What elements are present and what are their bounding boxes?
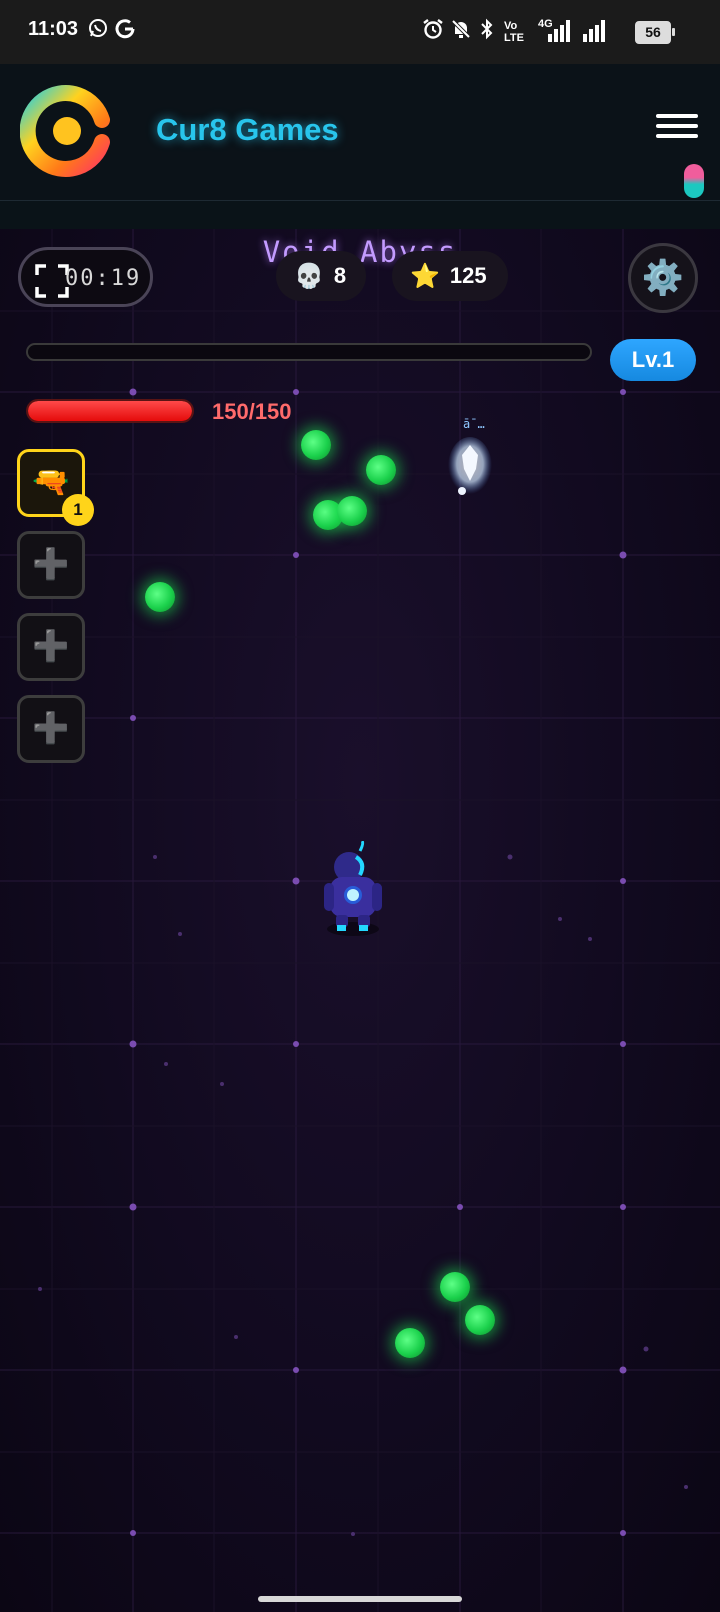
- weapon-slot-2[interactable]: ➕: [17, 531, 85, 599]
- app-title: Cur8 Games: [156, 112, 339, 147]
- cur8-logo[interactable]: [20, 84, 114, 178]
- plus-icon: ➕: [32, 711, 70, 746]
- network-label: Vo LTE: [504, 20, 524, 44]
- gesture-nav-bar[interactable]: [258, 1596, 462, 1602]
- xp-progress-bar: [26, 343, 592, 361]
- kills-counter: 💀 8: [276, 251, 366, 301]
- screenshot-frame-icon[interactable]: [35, 264, 69, 298]
- header-divider: [0, 201, 720, 229]
- bluetooth-icon: [479, 18, 495, 45]
- pistol-icon: 🔫: [32, 465, 70, 500]
- status-time: 11:03: [28, 18, 79, 40]
- health-bar: [26, 399, 194, 423]
- timer-value: 00:19: [65, 266, 142, 291]
- health-text: 150/150: [212, 399, 292, 424]
- battery-indicator: 56: [635, 21, 675, 44]
- xp-orb: [301, 430, 331, 460]
- ghost-enemy: [448, 437, 492, 497]
- xp-orb: [465, 1305, 495, 1335]
- kills-value: 8: [333, 263, 347, 288]
- signal-icon-2: [583, 20, 605, 42]
- xp-orb: [366, 455, 396, 485]
- settings-button[interactable]: ⚙️: [628, 243, 698, 313]
- game-canvas[interactable]: Void Abyss 00:19 💀 8 ⭐ 125 ⚙️ Lv.1 150/1…: [0, 229, 720, 1612]
- signal-icon: [548, 20, 570, 42]
- weapon-level-badge: 1: [62, 494, 94, 526]
- plus-icon: ➕: [32, 629, 70, 664]
- app-header: Cur8 Games: [0, 64, 720, 201]
- enemy-label: ā¯…: [463, 417, 485, 431]
- status-bar: 11:03 Vo LTE 4G 56: [0, 0, 720, 64]
- xp-orb: [440, 1272, 470, 1302]
- xp-orb: [145, 582, 175, 612]
- notification-dot: [684, 164, 704, 198]
- weapon-slot-3[interactable]: ➕: [17, 613, 85, 681]
- whatsapp-icon: [88, 18, 108, 43]
- player-robot: [324, 841, 382, 936]
- plus-icon: ➕: [32, 547, 70, 582]
- gear-icon: ⚙️: [641, 258, 685, 298]
- game-timer: 00:19: [18, 247, 153, 307]
- xp-orb: [395, 1328, 425, 1358]
- stars-counter: ⭐ 125: [392, 251, 508, 301]
- health-bar-fill: [28, 401, 192, 421]
- alarm-icon: [422, 18, 444, 45]
- google-icon: [114, 18, 136, 45]
- weapon-slot-1[interactable]: 🔫 1: [17, 449, 94, 526]
- stars-value: 125: [449, 263, 487, 288]
- star-icon: ⭐: [410, 262, 440, 290]
- skull-icon: 💀: [294, 262, 324, 290]
- xp-orb: [337, 496, 367, 526]
- mute-icon: [450, 18, 472, 45]
- level-badge: Lv.1: [610, 339, 696, 381]
- hamburger-icon[interactable]: [656, 114, 700, 150]
- weapon-slot-4[interactable]: ➕: [17, 695, 85, 763]
